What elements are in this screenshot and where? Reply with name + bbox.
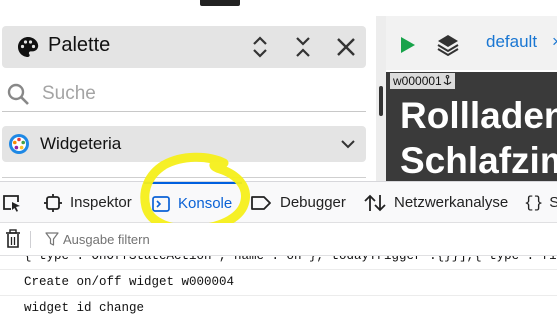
console-filter-input[interactable]	[63, 228, 313, 250]
palette-header: Palette	[2, 26, 366, 68]
widget-group-label: Widgeteria	[40, 134, 122, 153]
tab-console[interactable]: Konsole	[144, 182, 242, 223]
view-editor: default × w000001 Rollladen Schlafzimmer	[386, 16, 557, 181]
console-output: {"type":"OnOffStateAction","name":"on"},…	[0, 256, 557, 321]
palette-search	[2, 78, 366, 112]
tab-network[interactable]: Netzwerkanalyse	[364, 182, 508, 223]
panel-splitter[interactable]	[376, 16, 386, 181]
inspector-icon	[44, 193, 62, 212]
widget-group-widgeteria[interactable]: Widgeteria	[2, 126, 366, 162]
network-icon	[364, 194, 386, 211]
toolbar-separator	[30, 231, 31, 248]
expand-all-icon[interactable]	[247, 34, 273, 60]
widget-id-badge: w000001	[390, 73, 455, 89]
divider	[2, 177, 366, 178]
tab-debugger-label: Debugger	[280, 194, 346, 211]
tab-default[interactable]: default	[486, 32, 537, 52]
tab-network-label: Netzwerkanalyse	[394, 194, 509, 211]
top-strip	[0, 0, 557, 16]
play-icon[interactable]	[400, 36, 416, 54]
element-picker-button[interactable]	[2, 182, 30, 223]
devtools-toolbar: Inspektor Konsole Debugger Netzwerkanaly…	[0, 181, 557, 223]
search-icon	[7, 83, 29, 105]
tab-inspector[interactable]: Inspektor	[44, 182, 132, 223]
style-editor-icon: {}	[524, 193, 544, 212]
close-icon[interactable]	[333, 34, 359, 60]
widget-id-text: w000001	[393, 74, 442, 88]
widget-label-line1: Rollladen	[400, 95, 557, 136]
element-picker-icon	[3, 194, 20, 212]
view-toolbar: default ×	[386, 16, 557, 70]
console-icon	[152, 195, 170, 212]
layers-icon[interactable]	[436, 33, 460, 57]
cut-off-heading	[200, 0, 240, 6]
palette-icon	[18, 37, 39, 57]
tab-style-editor-label: S	[549, 194, 557, 211]
anchor-icon	[443, 75, 452, 85]
widgeteria-logo-icon	[9, 134, 29, 154]
debugger-icon	[251, 195, 271, 210]
palette-title: Palette	[48, 34, 111, 56]
splitter-handle[interactable]	[379, 86, 383, 116]
console-message: {"type":"OnOffStateAction","name":"on"},…	[0, 256, 557, 270]
right-pane-top	[376, 0, 557, 16]
widget-preview[interactable]: w000001 Rollladen Schlafzimmer	[386, 72, 557, 181]
chevron-down-icon[interactable]	[339, 136, 357, 152]
tab-inspector-label: Inspektor	[70, 194, 132, 211]
console-message: widget id change	[0, 296, 557, 321]
tab-close-icon[interactable]: ×	[552, 32, 557, 52]
console-filter-bar	[0, 223, 557, 256]
tab-style-editor[interactable]: {} S	[524, 182, 557, 223]
search-input[interactable]	[42, 80, 342, 108]
widget-label-line2: Schlafzimmer	[400, 140, 557, 181]
tab-debugger[interactable]: Debugger	[250, 182, 346, 223]
tab-console-label: Konsole	[178, 195, 233, 212]
console-message: Create on/off widget w000004	[0, 270, 557, 296]
palette-sidebar: Palette Widgeteria	[0, 16, 376, 181]
trash-icon[interactable]	[5, 229, 21, 249]
filter-icon	[45, 232, 59, 246]
collapse-all-icon[interactable]	[290, 34, 316, 60]
